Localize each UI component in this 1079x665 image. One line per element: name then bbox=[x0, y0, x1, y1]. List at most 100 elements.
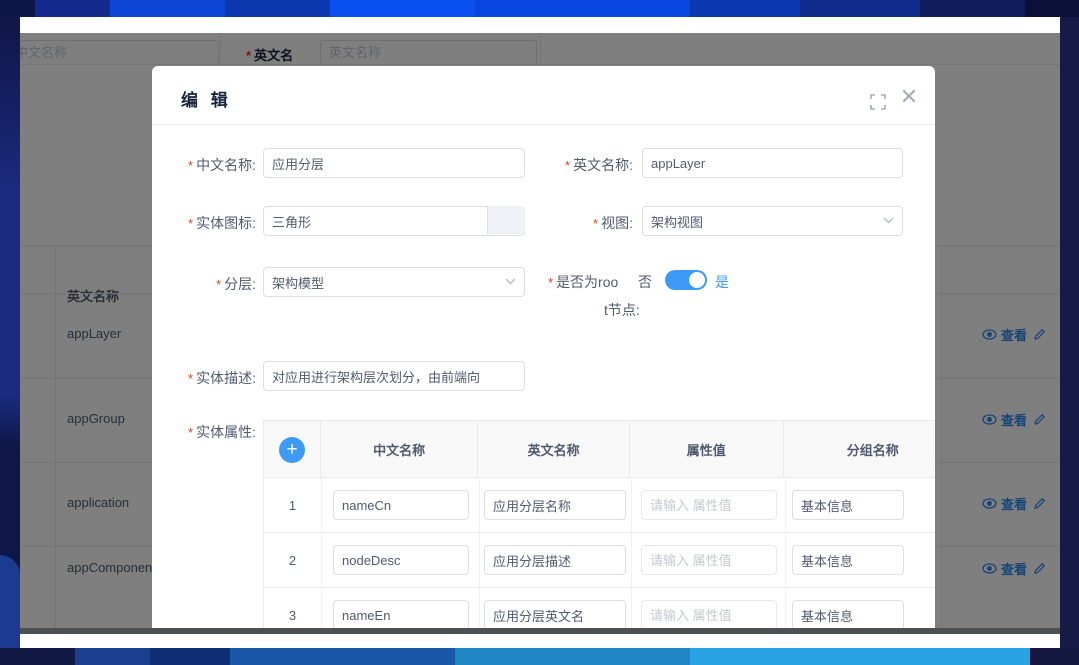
attr-value-input[interactable] bbox=[641, 600, 777, 628]
table-line bbox=[479, 478, 480, 533]
attr-group-input[interactable] bbox=[792, 545, 904, 575]
view-select-value[interactable] bbox=[642, 206, 903, 236]
band-segment bbox=[0, 0, 35, 17]
required-mark: * bbox=[188, 158, 193, 173]
required-mark: * bbox=[188, 216, 193, 231]
app-content: *英文名 英文名称 appLayer appGroup application … bbox=[20, 33, 1060, 634]
band-segment bbox=[475, 0, 690, 17]
table-line bbox=[631, 478, 632, 533]
band-segment bbox=[330, 0, 475, 17]
attr-header-value: 属性值 bbox=[630, 421, 784, 477]
toggle-knob bbox=[689, 272, 705, 288]
attr-name-en-input[interactable] bbox=[484, 600, 626, 628]
band-segment bbox=[920, 0, 1025, 17]
is-root-toggle[interactable] bbox=[665, 270, 707, 290]
band-segment bbox=[690, 648, 1030, 665]
entity-icon-field bbox=[263, 206, 525, 236]
attr-value-input[interactable] bbox=[641, 490, 777, 520]
attr-value-input[interactable] bbox=[641, 545, 777, 575]
entity-desc-input[interactable] bbox=[263, 361, 525, 391]
required-mark: * bbox=[593, 216, 598, 231]
fullscreen-icon[interactable] bbox=[870, 94, 886, 110]
right-border bbox=[1060, 17, 1079, 648]
close-icon[interactable]: ✕ bbox=[898, 86, 920, 108]
name-en-input[interactable] bbox=[642, 148, 903, 178]
band-segment bbox=[35, 0, 110, 17]
band-segment bbox=[690, 0, 800, 17]
attr-name-cn-input[interactable] bbox=[333, 600, 469, 628]
band-segment bbox=[225, 0, 330, 17]
table-line bbox=[631, 588, 632, 628]
table-line bbox=[321, 533, 322, 588]
attr-header-name-cn: 中文名称 bbox=[321, 421, 479, 477]
table-line bbox=[631, 533, 632, 588]
attr-name-cn-input[interactable] bbox=[333, 545, 469, 575]
table-line bbox=[479, 588, 480, 628]
screen: *英文名 英文名称 appLayer appGroup application … bbox=[0, 0, 1079, 665]
name-en-label: *英文名称: bbox=[492, 155, 633, 175]
table-line bbox=[321, 588, 322, 628]
view-label: *视图: bbox=[492, 213, 633, 233]
top-white-strip bbox=[20, 17, 1060, 33]
switch-on-label: 是 bbox=[715, 272, 729, 292]
band-segment bbox=[1030, 648, 1079, 665]
chevron-down-icon bbox=[505, 278, 516, 285]
attr-row-number: 1 bbox=[264, 498, 321, 513]
band-segment bbox=[0, 648, 75, 665]
edit-dialog: 编 辑 ✕ *中文名称: *英文名称: *实体图标: *视图: bbox=[152, 66, 935, 628]
attr-header-name-en: 英文名称 bbox=[478, 421, 630, 477]
switch-off-label: 否 bbox=[638, 272, 652, 292]
attr-name-en-input[interactable] bbox=[484, 490, 626, 520]
attr-row-number: 2 bbox=[264, 553, 321, 568]
entity-attrs-table: + 中文名称 英文名称 属性值 分组名称 1 2 bbox=[263, 420, 935, 628]
chevron-down-icon bbox=[883, 217, 894, 224]
add-attr-button[interactable]: + bbox=[279, 437, 305, 463]
layer-select-value[interactable] bbox=[263, 267, 525, 297]
table-line bbox=[785, 478, 786, 533]
table-line bbox=[321, 478, 322, 533]
table-line bbox=[785, 588, 786, 628]
band-segment bbox=[110, 0, 225, 17]
entity-attrs-label: *实体属性: bbox=[152, 422, 256, 442]
band-segment bbox=[75, 648, 150, 665]
layer-label: *分层: bbox=[152, 274, 256, 294]
band-segment bbox=[800, 0, 920, 17]
band-segment bbox=[230, 648, 455, 665]
required-mark: * bbox=[565, 158, 570, 173]
required-mark: * bbox=[548, 275, 553, 290]
table-line bbox=[785, 533, 786, 588]
entity-desc-label: *实体描述: bbox=[152, 368, 256, 388]
is-root-label: *是否为roo bbox=[548, 272, 633, 292]
dialog-header: 编 辑 ✕ bbox=[152, 66, 935, 125]
top-border-band bbox=[0, 0, 1079, 17]
attr-row-number: 3 bbox=[264, 608, 321, 623]
band-segment bbox=[150, 648, 230, 665]
entity-icon-label: *实体图标: bbox=[152, 213, 256, 233]
attr-table-header: + 中文名称 英文名称 属性值 分组名称 bbox=[263, 420, 935, 478]
attr-table-row: 1 bbox=[263, 478, 935, 533]
bottom-border-band bbox=[0, 648, 1079, 665]
entity-icon-input[interactable] bbox=[263, 206, 525, 236]
bottom-white-strip bbox=[20, 634, 1060, 648]
required-mark: * bbox=[188, 425, 193, 440]
attr-group-input[interactable] bbox=[792, 490, 904, 520]
attr-table-row: 3 bbox=[263, 588, 935, 628]
attr-table-row: 2 bbox=[263, 533, 935, 588]
name-cn-input[interactable] bbox=[263, 148, 525, 178]
table-line bbox=[479, 533, 480, 588]
attr-header-group: 分组名称 bbox=[784, 421, 935, 477]
band-segment bbox=[455, 648, 690, 665]
required-mark: * bbox=[216, 277, 221, 292]
attr-name-cn-input[interactable] bbox=[333, 490, 469, 520]
left-border-curve bbox=[0, 555, 20, 648]
attr-group-input[interactable] bbox=[792, 600, 904, 628]
is-root-label-line2: t节点: bbox=[604, 300, 664, 320]
left-border bbox=[0, 17, 20, 648]
dialog-title: 编 辑 bbox=[181, 86, 232, 111]
name-cn-label: *中文名称: bbox=[152, 155, 256, 175]
band-segment bbox=[1025, 0, 1079, 17]
attr-name-en-input[interactable] bbox=[484, 545, 626, 575]
layer-select[interactable] bbox=[263, 267, 525, 297]
required-mark: * bbox=[188, 371, 193, 386]
view-select[interactable] bbox=[642, 206, 903, 236]
